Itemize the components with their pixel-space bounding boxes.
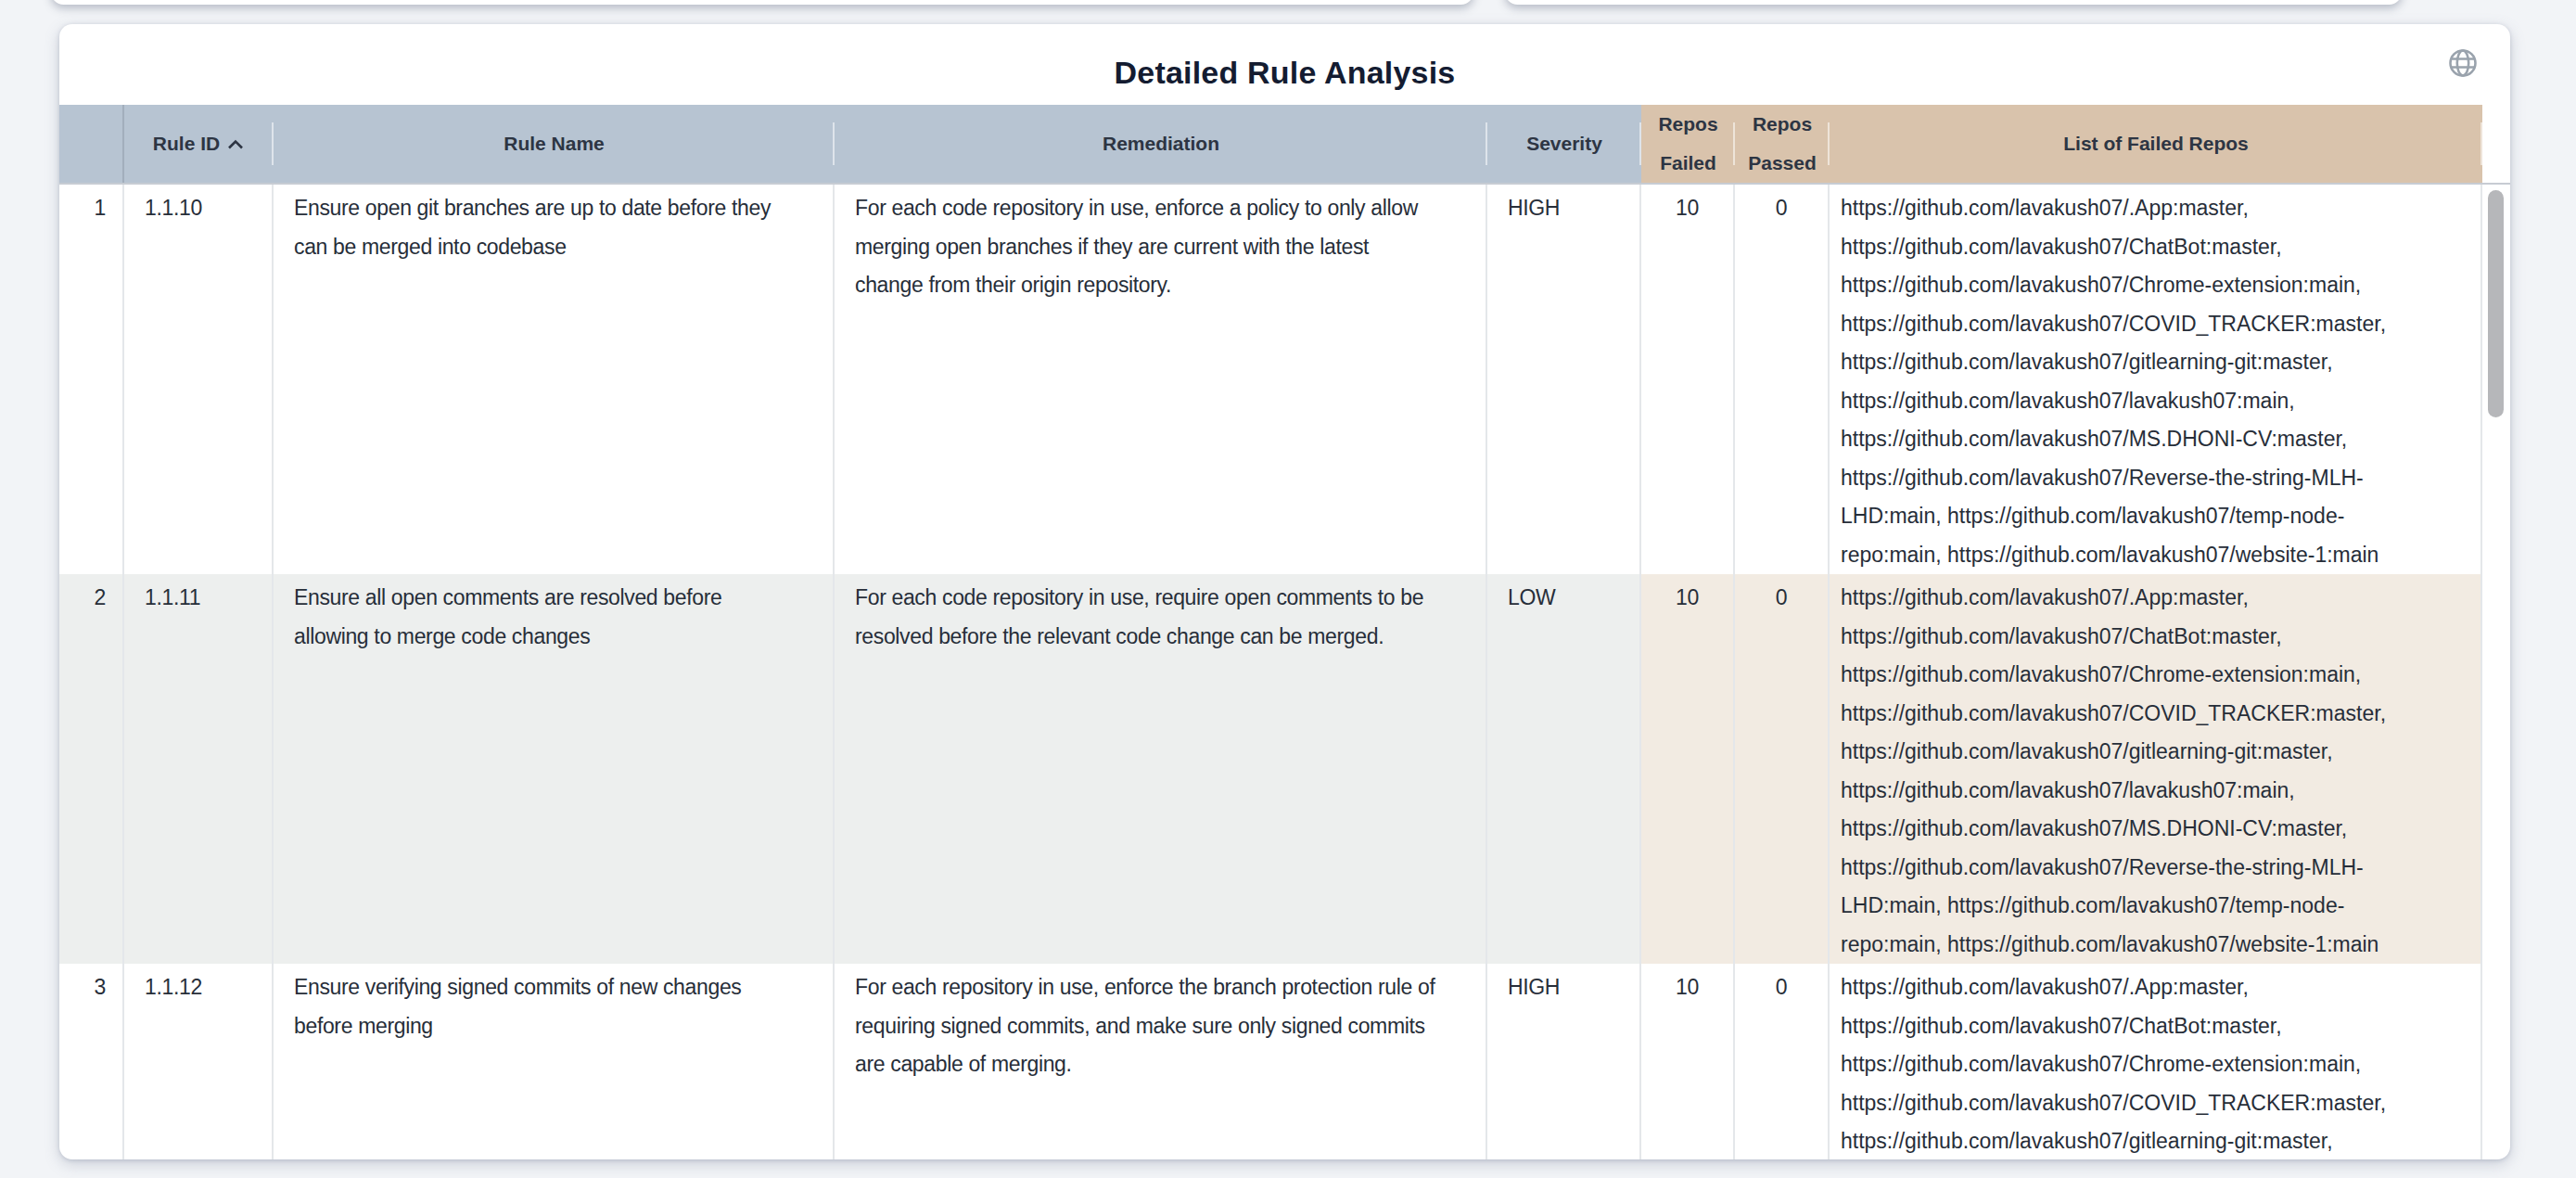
cell-repos-passed: 0 [1735,964,1830,1159]
table-row: 1 1.1.10 Ensure open git branches are up… [59,185,2482,574]
cell-remediation: For each code repository in use, enforce… [835,185,1487,574]
header-rule-name[interactable]: Rule Name [274,105,835,183]
upper-card-right-edge [1505,0,2402,5]
header-repos-failed[interactable]: Repos Failed [1641,105,1735,183]
detailed-rule-analysis-card: Detailed Rule Analysis Rule ID Rule Name… [59,24,2510,1159]
cell-row-number: 1 [59,185,124,574]
cell-failed-repos-list: https://github.com/lavakush07/.App:maste… [1830,964,2482,1159]
vertical-scrollbar-thumb[interactable] [2488,190,2504,417]
cell-repos-failed: 10 [1641,185,1735,574]
sort-ascending-icon [226,138,245,150]
page-title: Detailed Rule Analysis [59,55,2510,91]
header-severity[interactable]: Severity [1487,105,1641,183]
cell-failed-repos-list: https://github.com/lavakush07/.App:maste… [1830,574,2482,964]
upper-card-left-edge [51,0,1473,5]
header-row-number [59,105,124,183]
cell-severity: LOW [1487,574,1641,964]
cell-repos-failed: 10 [1641,574,1735,964]
table-header-row: Rule ID Rule Name Remediation Severity R… [59,105,2482,183]
cell-repos-passed: 0 [1735,574,1830,964]
cell-row-number: 2 [59,574,124,964]
table-row: 3 1.1.12 Ensure verifying signed commits… [59,964,2482,1159]
cell-rule-name: Ensure all open comments are resolved be… [274,574,835,964]
table-body: 1 1.1.10 Ensure open git branches are up… [59,185,2482,1159]
cell-rule-name: Ensure open git branches are up to date … [274,185,835,574]
cell-severity: HIGH [1487,964,1641,1159]
cell-rule-id: 1.1.10 [124,185,274,574]
globe-icon[interactable] [2447,47,2479,79]
cell-row-number: 3 [59,964,124,1159]
cell-rule-name: Ensure verifying signed commits of new c… [274,964,835,1159]
cell-repos-passed: 0 [1735,185,1830,574]
header-rule-id[interactable]: Rule ID [124,105,274,183]
table-row: 2 1.1.11 Ensure all open comments are re… [59,574,2482,964]
cell-failed-repos-list: https://github.com/lavakush07/.App:maste… [1830,185,2482,574]
header-remediation[interactable]: Remediation [835,105,1487,183]
cell-severity: HIGH [1487,185,1641,574]
cell-remediation: For each repository in use, enforce the … [835,964,1487,1159]
header-rule-id-label: Rule ID [153,124,220,163]
cell-repos-failed: 10 [1641,964,1735,1159]
cell-rule-id: 1.1.11 [124,574,274,964]
header-list-of-failed-repos[interactable]: List of Failed Repos [1830,105,2482,183]
header-repos-passed[interactable]: Repos Passed [1735,105,1830,183]
cell-rule-id: 1.1.12 [124,964,274,1159]
cell-remediation: For each code repository in use, require… [835,574,1487,964]
